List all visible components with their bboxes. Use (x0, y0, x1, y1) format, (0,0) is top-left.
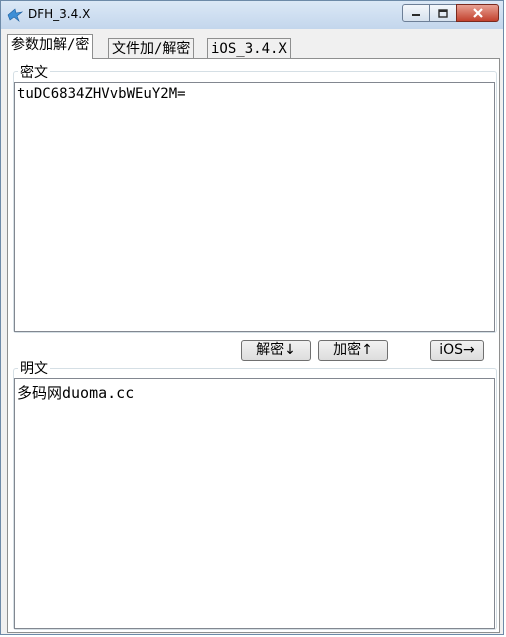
maximize-button[interactable] (429, 4, 457, 22)
encrypt-button[interactable]: 加密↑ (318, 340, 388, 361)
minimize-button[interactable] (402, 4, 430, 22)
app-icon (7, 8, 23, 22)
plain-label: 明文 (18, 358, 50, 378)
window-controls (402, 4, 499, 22)
tab-ios[interactable]: iOS_3.4.X (207, 38, 291, 59)
plain-textarea[interactable]: 多码网duoma.cc (14, 378, 495, 629)
decrypt-button[interactable]: 解密↓ (241, 340, 311, 361)
window-title: DFH_3.4.X (28, 7, 91, 21)
maximize-icon (438, 8, 448, 18)
tab-params-crypt[interactable]: 参数加解/密 (7, 34, 94, 59)
cipher-textarea[interactable]: tuDC6834ZHVvbWEuY2M= (14, 82, 495, 332)
title-bar[interactable]: DFH_3.4.X (1, 1, 503, 29)
ios-button[interactable]: iOS→ (430, 340, 484, 361)
app-window: DFH_3.4.X 参数加解/密 文件加/解密 iOS_3.4.X 密文 tuD… (0, 0, 504, 635)
tab-file-crypt[interactable]: 文件加/解密 (108, 38, 195, 59)
cipher-label: 密文 (18, 62, 50, 82)
close-button[interactable] (456, 4, 499, 22)
minimize-icon (412, 14, 420, 16)
close-icon (472, 8, 483, 18)
